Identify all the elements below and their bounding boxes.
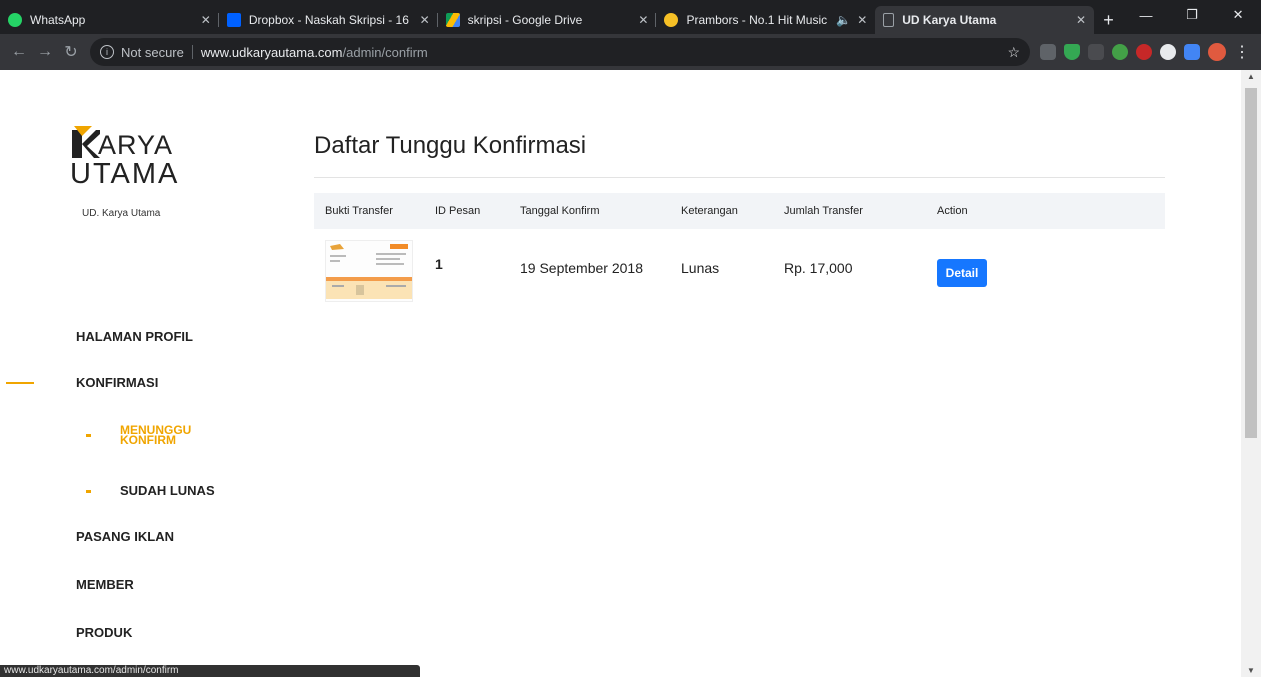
reload-icon[interactable]: ↻ [58, 42, 84, 62]
profile-avatar[interactable] [1208, 43, 1226, 61]
sidebar-item-member[interactable]: MEMBER [76, 577, 134, 592]
scroll-down-icon[interactable]: ▼ [1241, 666, 1261, 675]
google-drive-icon [445, 13, 460, 27]
extension-badge-icon[interactable] [1040, 44, 1056, 60]
sidebar-subitem-menunggu-konfirm[interactable]: MENUNGGU KONFIRM [120, 424, 191, 446]
table-header: Bukti Transfer ID Pesan Tanggal Konfirm … [314, 193, 1165, 229]
sidebar-item-produk[interactable]: PRODUK [76, 625, 132, 640]
close-icon[interactable]: ✕ [1076, 13, 1086, 27]
confirm-date: 19 September 2018 [520, 260, 643, 276]
forward-icon[interactable]: → [32, 43, 58, 61]
security-label: Not secure [121, 44, 184, 60]
tab-title: WhatsApp [30, 13, 86, 27]
sidebar-item-pasang-iklan[interactable]: PASANG IKLAN [76, 529, 174, 544]
page-content: ARYA UTAMA UD. Karya Utama HALAMAN PROFI… [0, 70, 1241, 677]
column-header: ID Pesan [435, 205, 481, 217]
restore-button[interactable]: ❐ [1169, 0, 1215, 30]
audio-playing-icon: 🔈 [836, 13, 852, 27]
tab-whatsapp[interactable]: WhatsApp ✕ [0, 6, 219, 34]
receipt-image [326, 241, 412, 301]
extensions-area: ⋮ [1040, 42, 1250, 62]
tab-title: skripsi - Google Drive [467, 13, 583, 27]
tab-google-drive[interactable]: skripsi - Google Drive ✕ [438, 6, 657, 34]
page-scrollbar[interactable]: ▲ ▼ [1241, 70, 1261, 677]
url-path: /admin/confirm [342, 44, 428, 60]
close-window-button[interactable]: ✕ [1215, 0, 1261, 30]
scrollbar-thumb[interactable] [1245, 88, 1257, 438]
browser-toolbar: ← → ↻ i Not secure www.udkaryautama.com … [0, 34, 1261, 70]
scroll-up-icon[interactable]: ▲ [1241, 72, 1261, 81]
close-icon[interactable]: ✕ [201, 13, 211, 27]
close-icon[interactable]: ✕ [857, 13, 867, 27]
bookmark-star-icon[interactable]: ☆ [1007, 44, 1020, 61]
whatsapp-icon [8, 13, 22, 27]
brand-line-2: UTAMA [70, 158, 180, 190]
column-header: Keterangan [681, 205, 738, 217]
page-icon [883, 13, 895, 27]
sub-bullet [86, 434, 91, 437]
page-title: Daftar Tunggu Konfirmasi [314, 132, 587, 159]
menu-kebab-icon[interactable]: ⋮ [1234, 42, 1250, 62]
close-icon[interactable]: ✕ [420, 13, 430, 27]
sidebar-subitem-sudah-lunas[interactable]: SUDAH LUNAS [120, 483, 215, 498]
close-icon[interactable]: ✕ [638, 13, 648, 27]
prambors-icon [664, 13, 679, 27]
transfer-amount: Rp. 17,000 [784, 260, 853, 276]
sub-bullet [86, 490, 91, 493]
column-header: Bukti Transfer [325, 205, 393, 217]
new-tab-button[interactable]: + [1094, 6, 1123, 34]
tab-title: UD Karya Utama [902, 13, 997, 27]
tab-prambors[interactable]: Prambors - No.1 Hit Music 🔈 ✕ [656, 6, 875, 34]
detail-button[interactable]: Detail [937, 259, 987, 287]
tab-title: Prambors - No.1 Hit Music [686, 13, 828, 27]
ublock-extension-icon[interactable] [1136, 44, 1152, 60]
dropbox-icon [226, 13, 241, 27]
url-host: www.udkaryautama.com [200, 44, 343, 60]
brand-line-1: ARYA [98, 130, 174, 160]
info-icon[interactable]: i [100, 45, 114, 59]
order-id: 1 [435, 256, 443, 272]
minimize-button[interactable]: — [1123, 0, 1169, 30]
column-header: Jumlah Transfer [784, 205, 863, 217]
x-extension-icon[interactable] [1088, 44, 1104, 60]
column-header: Tanggal Konfirm [520, 205, 600, 217]
shield-extension-icon[interactable] [1064, 44, 1080, 60]
tab-dropbox[interactable]: Dropbox - Naskah Skripsi - 16 ✕ [219, 6, 438, 34]
circle-extension-icon[interactable] [1160, 44, 1176, 60]
address-bar[interactable]: i Not secure www.udkaryautama.com /admin… [90, 38, 1030, 66]
sidebar-item-halaman-profil[interactable]: HALAMAN PROFIL [76, 329, 193, 344]
active-nav-marker [6, 382, 34, 384]
title-divider [314, 177, 1165, 178]
window-controls: — ❐ ✕ [1123, 0, 1261, 34]
translate-extension-icon[interactable] [1184, 44, 1200, 60]
transfer-proof-thumbnail[interactable] [325, 240, 413, 302]
payment-status: Lunas [681, 260, 720, 276]
tab-title: Dropbox - Naskah Skripsi - 16 [248, 13, 409, 27]
sidebar-item-konfirmasi[interactable]: KONFIRMASI [76, 375, 158, 390]
leaf-extension-icon[interactable] [1112, 44, 1128, 60]
tab-ud-karya-utama[interactable]: UD Karya Utama ✕ [875, 6, 1095, 34]
browser-tab-bar: WhatsApp ✕ Dropbox - Naskah Skripsi - 16… [0, 0, 1261, 34]
back-icon[interactable]: ← [6, 43, 32, 61]
status-bar-url: www.udkaryautama.com/admin/confirm [0, 665, 420, 677]
brand-subtitle: UD. Karya Utama [82, 208, 161, 219]
column-header: Action [937, 205, 968, 217]
